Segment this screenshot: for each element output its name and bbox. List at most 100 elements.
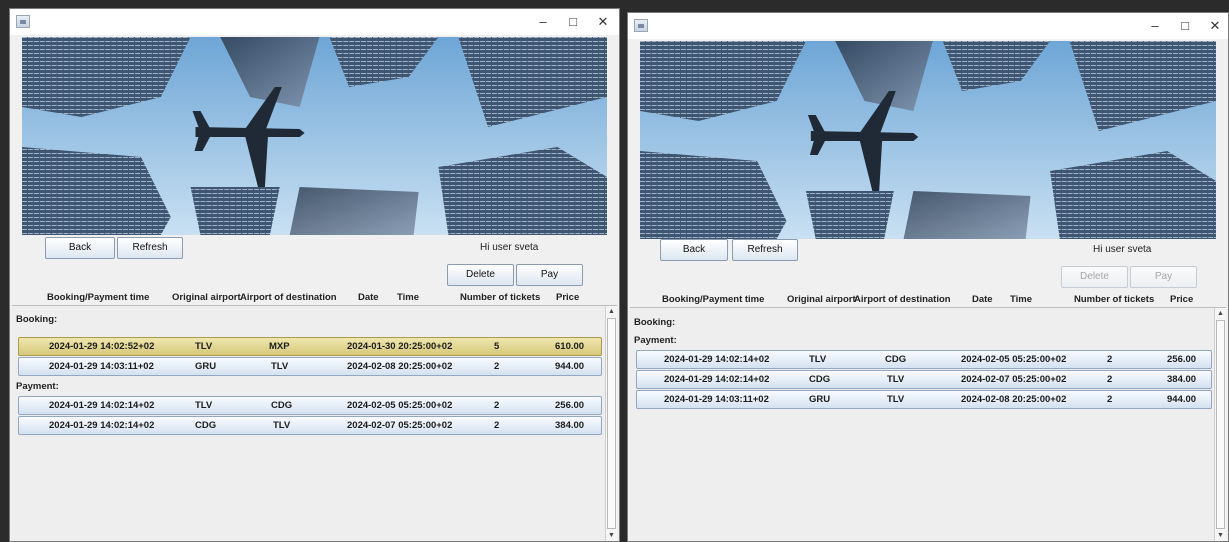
payment-section-label: Payment: <box>634 335 677 346</box>
booking-row[interactable]: 2024-01-29 14:02:52+02 TLV MXP 2024-01-3… <box>18 337 602 356</box>
airplane-banner-illustration <box>22 37 607 235</box>
row-origin: TLV <box>195 400 213 411</box>
row-origin: CDG <box>195 420 217 431</box>
column-header: Booking/Payment time <box>662 294 765 305</box>
vertical-scrollbar[interactable]: ▲ ▼ <box>605 306 617 541</box>
column-header: Number of tickets <box>1074 294 1155 305</box>
row-datetime: 2024-02-07 05:25:00+02 <box>961 374 1067 385</box>
row-destination: TLV <box>273 420 291 431</box>
row-time: 2024-01-29 14:02:14+02 <box>664 354 770 365</box>
column-header: Time <box>1010 294 1033 305</box>
row-price: 256.00 <box>1167 354 1197 365</box>
column-header: Original airport <box>787 294 856 305</box>
booking-list-panel: Booking: 2024-01-29 14:02:52+02 TLV MXP … <box>12 305 617 541</box>
right-window: – □ ✕ Back Refresh Hi user sveta Delete … <box>627 12 1229 542</box>
booking-row[interactable]: 2024-01-29 14:03:11+02 GRU TLV 2024-02-0… <box>18 357 602 376</box>
airplane-banner-illustration <box>640 41 1216 239</box>
table-header: Booking/Payment time Original airport Ai… <box>10 290 619 306</box>
row-origin: CDG <box>809 374 831 385</box>
column-header: Airport of destination <box>854 294 951 305</box>
row-destination: TLV <box>887 394 905 405</box>
column-header: Date <box>972 294 993 305</box>
payment-row[interactable]: 2024-01-29 14:02:14+02 CDG TLV 2024-02-0… <box>18 416 602 435</box>
column-header: Original airport <box>172 292 241 303</box>
row-price: 256.00 <box>555 400 585 411</box>
column-header: Price <box>1170 294 1194 305</box>
scroll-down-icon[interactable]: ▼ <box>606 530 617 541</box>
column-header: Price <box>556 292 580 303</box>
vertical-scrollbar[interactable]: ▲ ▼ <box>1214 308 1226 541</box>
scroll-up-icon[interactable]: ▲ <box>1215 308 1226 319</box>
row-origin: TLV <box>809 354 827 365</box>
payment-row[interactable]: 2024-01-29 14:02:14+02 TLV CDG 2024-02-0… <box>18 396 602 415</box>
row-destination: CDG <box>885 354 907 365</box>
row-datetime: 2024-02-08 20:25:00+02 <box>347 361 453 372</box>
row-time: 2024-01-29 14:02:14+02 <box>49 400 155 411</box>
scroll-thumb[interactable] <box>607 318 616 529</box>
airplane-banner-image <box>22 37 607 235</box>
column-header: Booking/Payment time <box>47 292 150 303</box>
row-datetime: 2024-02-07 05:25:00+02 <box>347 420 453 431</box>
row-time: 2024-01-29 14:02:14+02 <box>49 420 155 431</box>
app-icon <box>16 15 30 28</box>
greeting-label: Hi user sveta <box>1093 244 1152 255</box>
refresh-button[interactable]: Refresh <box>117 237 183 259</box>
row-destination: CDG <box>271 400 293 411</box>
minimize-button[interactable]: – <box>532 12 554 32</box>
payment-row[interactable]: 2024-01-29 14:02:14+02 TLV CDG 2024-02-0… <box>636 350 1212 369</box>
row-time: 2024-01-29 14:02:52+02 <box>49 341 155 352</box>
row-tickets: 2 <box>494 420 500 431</box>
row-tickets: 5 <box>494 341 500 352</box>
back-button[interactable]: Back <box>660 239 728 261</box>
refresh-button[interactable]: Refresh <box>732 239 798 261</box>
row-tickets: 2 <box>1107 374 1113 385</box>
column-header: Number of tickets <box>460 292 541 303</box>
back-button[interactable]: Back <box>45 237 115 259</box>
minimize-button[interactable]: – <box>1144 16 1166 36</box>
row-datetime: 2024-01-30 20:25:00+02 <box>347 341 453 352</box>
row-datetime: 2024-02-05 05:25:00+02 <box>347 400 453 411</box>
app-icon <box>634 19 648 32</box>
payment-row[interactable]: 2024-01-29 14:02:14+02 CDG TLV 2024-02-0… <box>636 370 1212 389</box>
pay-button[interactable]: Pay <box>516 264 583 286</box>
row-price: 384.00 <box>1167 374 1197 385</box>
column-header: Date <box>358 292 379 303</box>
row-datetime: 2024-02-08 20:25:00+02 <box>961 394 1067 405</box>
column-header: Time <box>397 292 420 303</box>
payment-section-label: Payment: <box>16 381 59 392</box>
row-tickets: 2 <box>1107 394 1113 405</box>
row-time: 2024-01-29 14:03:11+02 <box>664 394 769 405</box>
table-header: Booking/Payment time Original airport Ai… <box>628 292 1228 308</box>
booking-section-label: Booking: <box>16 314 58 325</box>
booking-list-panel: Booking: Payment: 2024-01-29 14:02:14+02… <box>630 307 1226 541</box>
scroll-down-icon[interactable]: ▼ <box>1215 530 1226 541</box>
title-bar: – □ ✕ <box>628 13 1228 39</box>
left-window: – □ ✕ Back Refresh Hi user sveta Delete … <box>9 8 620 542</box>
row-origin: TLV <box>195 341 213 352</box>
row-time: 2024-01-29 14:02:14+02 <box>664 374 770 385</box>
row-price: 610.00 <box>555 341 585 352</box>
close-button[interactable]: ✕ <box>592 12 614 32</box>
delete-button[interactable]: Delete <box>447 264 514 286</box>
title-bar: – □ ✕ <box>10 9 619 35</box>
payment-row[interactable]: 2024-01-29 14:03:11+02 GRU TLV 2024-02-0… <box>636 390 1212 409</box>
close-button[interactable]: ✕ <box>1204 16 1226 36</box>
scroll-thumb[interactable] <box>1216 320 1225 529</box>
row-destination: TLV <box>271 361 289 372</box>
greeting-label: Hi user sveta <box>480 242 539 253</box>
scroll-up-icon[interactable]: ▲ <box>606 306 617 317</box>
airplane-banner-image <box>640 41 1216 239</box>
maximize-button[interactable]: □ <box>1174 16 1196 36</box>
pay-button[interactable]: Pay <box>1130 266 1197 288</box>
delete-button[interactable]: Delete <box>1061 266 1128 288</box>
row-origin: GRU <box>809 394 831 405</box>
row-price: 384.00 <box>555 420 585 431</box>
row-origin: GRU <box>195 361 217 372</box>
booking-section-label: Booking: <box>634 317 676 328</box>
row-tickets: 2 <box>494 400 500 411</box>
row-time: 2024-01-29 14:03:11+02 <box>49 361 154 372</box>
column-header: Airport of destination <box>240 292 337 303</box>
row-tickets: 2 <box>1107 354 1113 365</box>
row-price: 944.00 <box>555 361 585 372</box>
maximize-button[interactable]: □ <box>562 12 584 32</box>
